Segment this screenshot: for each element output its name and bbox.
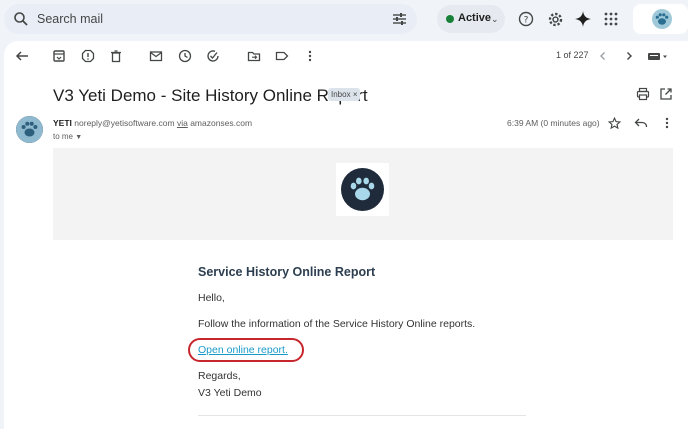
footer-divider (198, 415, 526, 416)
print-icon[interactable] (636, 87, 650, 101)
label-icon[interactable] (274, 48, 290, 64)
delete-icon[interactable] (108, 48, 124, 64)
more-vert-icon[interactable] (302, 48, 318, 64)
top-bar: Search mail Active ⌄ ? (0, 0, 688, 38)
paw-logo-icon (341, 168, 384, 211)
gemini-sparkle-icon[interactable] (573, 9, 593, 29)
message-text: Follow the information of the Service Hi… (198, 318, 476, 330)
email-view: 1 of 227 V3 Yeti Demo - Site History Onl… (4, 41, 688, 429)
next-icon[interactable] (621, 48, 637, 64)
pager-count: 1 of 227 (556, 50, 589, 60)
apps-grid-icon[interactable] (601, 9, 621, 29)
recipients-label: to me (53, 132, 74, 141)
greeting-text: Hello, (198, 292, 225, 304)
open-online-report-link[interactable]: Open online report. (198, 344, 288, 356)
search-input[interactable]: Search mail (37, 12, 103, 26)
inbox-label-text: Inbox (331, 90, 351, 99)
star-icon[interactable] (607, 116, 621, 130)
recipients-toggle[interactable]: to me ▼ (53, 132, 82, 141)
message-toolbar: 1 of 227 (4, 41, 688, 71)
open-in-new-window-icon[interactable] (659, 87, 673, 101)
settings-icon[interactable] (545, 9, 565, 29)
sender-avatar[interactable] (16, 116, 43, 143)
chevron-down-icon: ▼ (75, 134, 83, 141)
email-subject: V3 Yeti Demo - Site History Online Repor… (53, 86, 368, 105)
via-label: via (176, 118, 188, 128)
closing-text: Regards, (198, 370, 241, 382)
prev-icon[interactable] (595, 48, 611, 64)
status-dropdown[interactable]: Active ⌄ (437, 5, 505, 33)
inbox-label-chip[interactable]: Inbox × (328, 88, 361, 101)
status-label: Active (458, 12, 492, 24)
tune-icon[interactable] (392, 12, 407, 26)
chevron-down-icon: ⌄ (491, 14, 499, 24)
remove-label-icon[interactable]: × (353, 90, 358, 99)
reply-icon[interactable] (634, 116, 648, 130)
sender-line: YETI noreply@yetisoftware.com via amazon… (53, 118, 252, 128)
archive-icon[interactable] (51, 48, 67, 64)
back-arrow-icon[interactable] (14, 48, 30, 64)
yeti-logo (336, 163, 389, 216)
via-domain: amazonses.com (190, 118, 253, 128)
snooze-icon[interactable] (177, 48, 193, 64)
email-timestamp: 6:39 AM (0 minutes ago) (507, 118, 600, 128)
add-task-icon[interactable] (205, 48, 221, 64)
status-dot (446, 15, 454, 23)
help-icon[interactable]: ? (516, 9, 536, 29)
signature-text: V3 Yeti Demo (198, 387, 262, 399)
sender-name[interactable]: YETI (53, 118, 72, 128)
svg-text:?: ? (524, 16, 529, 26)
email-header-banner (53, 148, 673, 240)
search-icon[interactable] (13, 11, 29, 27)
move-to-icon[interactable] (246, 48, 262, 64)
report-title: Service History Online Report (198, 265, 376, 279)
sender-address: noreply@yetisoftware.com (74, 118, 175, 128)
keyboard-icon[interactable] (647, 48, 669, 64)
more-vert-icon[interactable] (660, 116, 674, 130)
paw-avatar-icon (652, 9, 672, 29)
account-avatar-button[interactable] (633, 4, 688, 34)
search-bar[interactable]: Search mail (4, 4, 417, 34)
report-spam-icon[interactable] (80, 48, 96, 64)
mark-unread-icon[interactable] (148, 48, 164, 64)
